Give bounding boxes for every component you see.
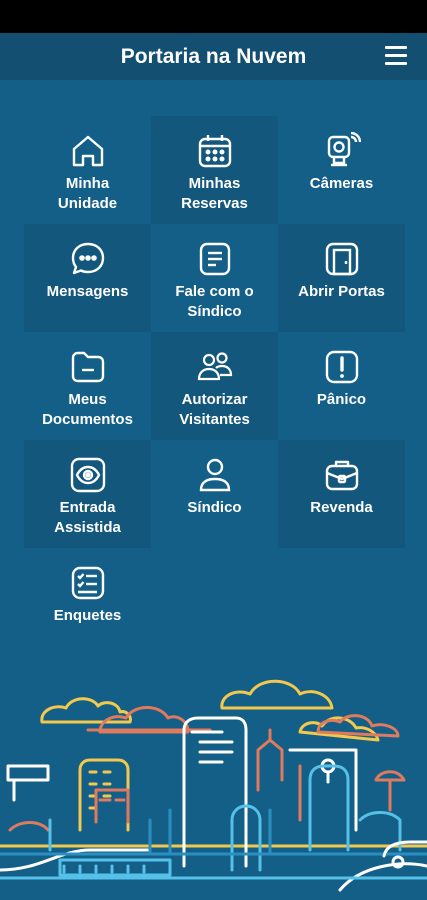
menu-item-label: Minhas Reservas xyxy=(181,175,248,212)
menu-grid: Minha Unidade Minhas Reservas Câmeras Me… xyxy=(24,116,405,656)
menu-item-minhas-reservas[interactable]: Minhas Reservas xyxy=(151,116,278,224)
checklist-icon xyxy=(71,566,104,600)
menu-item-panico[interactable]: Pânico xyxy=(278,332,405,440)
menu-item-fale-com-o-sindico[interactable]: Fale com o Síndico xyxy=(151,224,278,332)
alert-icon xyxy=(325,350,358,384)
city-skyline-illustration xyxy=(0,679,427,892)
briefcase-icon xyxy=(325,460,358,491)
camera-icon xyxy=(327,132,361,167)
document-text-icon xyxy=(199,242,230,276)
menu-item-label: Pânico xyxy=(316,391,367,408)
app-header: Portaria na Nuvem xyxy=(0,33,427,80)
menu-item-cameras[interactable]: Câmeras xyxy=(278,116,405,224)
menu-item-revenda[interactable]: Revenda xyxy=(278,440,405,548)
menu-item-sindico[interactable]: Síndico xyxy=(151,440,278,548)
home-icon xyxy=(72,135,103,167)
status-bar xyxy=(0,0,427,33)
menu-item-label: Mensagens xyxy=(46,283,129,300)
menu-item-abrir-portas[interactable]: Abrir Portas xyxy=(278,224,405,332)
calendar-icon xyxy=(198,135,231,168)
menu-item-label: Meus Documentos xyxy=(42,391,133,428)
menu-item-label: Revenda xyxy=(310,499,373,516)
menu-item-label: Câmeras xyxy=(309,175,374,192)
user-icon xyxy=(199,458,230,492)
menu-item-label: Minha Unidade xyxy=(57,175,118,212)
door-icon xyxy=(325,242,358,276)
menu-item-enquetes[interactable]: Enquetes xyxy=(24,548,151,656)
folder-icon xyxy=(71,351,104,383)
menu-item-label: Síndico xyxy=(187,499,242,516)
menu-item-entrada-assistida[interactable]: Entrada Assistida xyxy=(24,440,151,548)
menu-item-mensagens[interactable]: Mensagens xyxy=(24,224,151,332)
menu-item-label: Abrir Portas xyxy=(298,283,385,300)
page-title: Portaria na Nuvem xyxy=(120,44,307,68)
menu-item-autorizar-visitantes[interactable]: Autorizar Visitantes xyxy=(151,332,278,440)
eye-scan-icon xyxy=(70,457,105,493)
chat-bubble-icon xyxy=(71,242,104,275)
menu-item-label: Entrada Assistida xyxy=(54,499,121,536)
menu-item-meus-documentos[interactable]: Meus Documentos xyxy=(24,332,151,440)
users-icon xyxy=(197,352,232,381)
menu-item-label: Enquetes xyxy=(53,607,122,624)
hamburger-menu-icon[interactable] xyxy=(385,46,407,66)
menu-item-label: Fale com o Síndico xyxy=(175,283,254,320)
menu-item-minha-unidade[interactable]: Minha Unidade xyxy=(24,116,151,224)
menu-item-label: Autorizar Visitantes xyxy=(179,391,250,428)
